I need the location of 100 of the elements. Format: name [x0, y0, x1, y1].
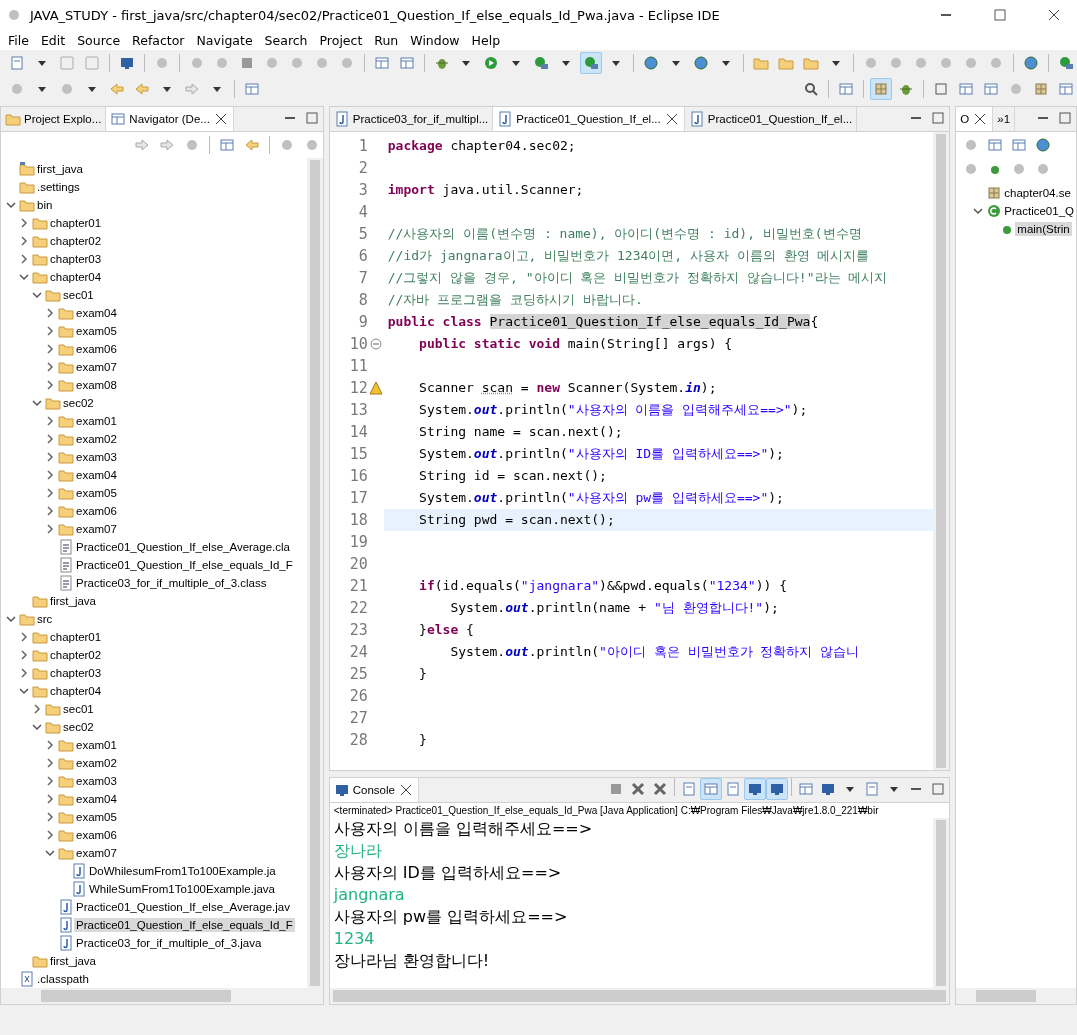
line-number: 22	[348, 599, 368, 617]
tree-item[interactable]: src	[35, 612, 55, 626]
tree-item[interactable]: chapter02	[48, 648, 104, 662]
menu-item[interactable]: Project	[313, 30, 369, 50]
code-line: System.out.println("사용자의 pw를 입력하세요==>");	[418, 489, 785, 507]
menu-item[interactable]: Refactor	[126, 30, 191, 50]
tree-item[interactable]: chapter03	[48, 666, 104, 680]
tree-item[interactable]: bin	[35, 198, 55, 212]
tree-item[interactable]: chapter04	[48, 270, 104, 284]
window-title: JAVA_STUDY - first_java/src/chapter04/sec02/Practice01_Question_If_else_equals_Id_Pwa.java - Eclipse IDE	[30, 7, 721, 23]
tree-item[interactable]: chapter03	[48, 252, 104, 266]
console-line: 사용자의 pw를 입력하세요==>	[332, 906, 569, 928]
line-number: 24	[348, 643, 368, 661]
code-line: import java.util.Scanner;	[386, 181, 585, 199]
tree-item[interactable]: DoWhilesumFrom1To100Example.ja	[87, 864, 278, 878]
code-line: System.out.println("사용자의 이름을 입력해주세요==>");	[418, 401, 809, 419]
menu-item[interactable]: Window	[404, 30, 466, 50]
tree-item[interactable]: sec02	[61, 396, 96, 410]
menu-item[interactable]: Source	[71, 30, 127, 50]
tree-item[interactable]: chapter02	[48, 234, 104, 248]
line-number: 6	[357, 247, 368, 265]
tree-item[interactable]: Practice01_Q	[1002, 204, 1076, 218]
code-line: String id = scan.next();	[418, 467, 608, 485]
tab[interactable]: O	[956, 107, 994, 131]
code-line: System.out.println(name + "님 환영합니다!");	[449, 599, 780, 617]
menu-item[interactable]: Navigate	[190, 30, 259, 50]
tree-item[interactable]: first_java	[48, 954, 99, 968]
line-number: 7	[357, 269, 368, 287]
tree-item[interactable]: sec01	[61, 702, 96, 716]
line-number: 27	[348, 709, 368, 727]
line-number: 4	[357, 203, 368, 221]
tree-item[interactable]: chapter04	[48, 684, 104, 698]
line-number: 5	[357, 225, 368, 243]
code-line: }	[418, 731, 428, 749]
tree-item[interactable]: .classpath	[35, 972, 91, 986]
console-line: 사용자의 ID를 입력하세요==>	[332, 862, 563, 884]
tree-item[interactable]: exam04	[74, 792, 119, 806]
line-number: 20	[348, 555, 368, 573]
tree-item[interactable]: Practice03_for_if_multiple_of_3.class	[74, 576, 269, 590]
tree-item[interactable]: chapter04.se	[1002, 186, 1073, 200]
tree-item[interactable]: exam01	[74, 738, 119, 752]
menu-item[interactable]: Search	[258, 30, 314, 50]
tree-item[interactable]: chapter01	[48, 216, 104, 230]
line-number: 23	[348, 621, 368, 639]
line-number: 8	[357, 291, 368, 309]
tab[interactable]: Navigator (De...	[106, 107, 234, 131]
tree-item[interactable]: exam03	[74, 450, 119, 464]
tab[interactable]: Console	[329, 778, 419, 802]
tree-item[interactable]: exam03	[74, 774, 119, 788]
tree-item[interactable]: exam05	[74, 810, 119, 824]
tree-item[interactable]: Practice01_Question_If_else_equals_Id_F	[74, 918, 295, 932]
tree-item[interactable]: sec02	[61, 720, 96, 734]
tree-item[interactable]: WhileSumFrom1To100Example.java	[87, 882, 277, 896]
code-line: Scanner scan = new Scanner(System.in);	[418, 379, 718, 397]
line-number: 15	[348, 445, 368, 463]
code-line: //id가 jangnara이고, 비밀번호가 1234이면, 사용자 이름의 환영 메시지를	[386, 247, 871, 265]
tree-item[interactable]: exam06	[74, 504, 119, 518]
tree-item[interactable]: exam07	[74, 522, 119, 536]
code-line: //사용자의 이름(변수명 : name), 아이디(변수명 : id), 비밀번호(변수명	[386, 225, 863, 243]
tree-item[interactable]: Practice01_Question_If_else_Average.jav	[74, 900, 292, 914]
line-number: 12	[348, 379, 368, 397]
tree-item[interactable]: exam05	[74, 486, 119, 500]
menu-item[interactable]: Edit	[34, 30, 72, 50]
menu-item[interactable]: File	[2, 30, 35, 50]
tree-item[interactable]: exam04	[74, 306, 119, 320]
line-number: 25	[348, 665, 368, 683]
tree-item[interactable]: Practice01_Question_If_else_Average.cla	[74, 540, 292, 554]
code-line: //그렇지 않을 경우, "아이디 혹은 비밀번호가 정확하지 않습니다!"라는 메시지	[386, 269, 889, 287]
tree-item[interactable]: exam06	[74, 828, 119, 842]
console-status: <terminated> Practice01_Question_If_else_equals_Id_Pwa [Java Application] C:₩Program Files₩Java₩jre1.8.0_221₩bir	[332, 804, 880, 818]
tree-item[interactable]: main(Strin	[1015, 222, 1072, 236]
tree-item[interactable]: exam01	[74, 414, 119, 428]
tree-item[interactable]: first_java	[35, 162, 86, 176]
tree-item[interactable]: exam07	[74, 846, 119, 860]
tree-item[interactable]: exam06	[74, 342, 119, 356]
line-number: 16	[348, 467, 368, 485]
tree-item[interactable]: .settings	[35, 180, 82, 194]
line-number: 19	[348, 533, 368, 551]
tree-item[interactable]: exam08	[74, 378, 119, 392]
tree-item[interactable]: exam02	[74, 756, 119, 770]
line-number: 9	[357, 313, 368, 331]
tree-item[interactable]: sec01	[61, 288, 96, 302]
menu-item[interactable]: Help	[465, 30, 507, 50]
console-line: jangnara	[332, 884, 406, 906]
line-number: 14	[348, 423, 368, 441]
tree-item[interactable]: exam02	[74, 432, 119, 446]
line-number: 18	[348, 511, 368, 529]
tree-item[interactable]: chapter01	[48, 630, 104, 644]
line-number: 21	[348, 577, 368, 595]
tab[interactable]: Practice01_Question_If_el...	[493, 107, 685, 131]
tree-item[interactable]: first_java	[48, 594, 99, 608]
tree-item[interactable]: exam05	[74, 324, 119, 338]
console-line: 1234	[332, 928, 376, 950]
tree-item[interactable]: exam04	[74, 468, 119, 482]
tree-item[interactable]: Practice03_for_if_multiple_of_3.java	[74, 936, 264, 950]
menu-item[interactable]: Run	[368, 30, 405, 50]
code-line: }	[418, 665, 428, 683]
line-number: 17	[348, 489, 368, 507]
tree-item[interactable]: exam07	[74, 360, 119, 374]
tree-item[interactable]: Practice01_Question_If_else_equals_Id_F	[74, 558, 295, 572]
